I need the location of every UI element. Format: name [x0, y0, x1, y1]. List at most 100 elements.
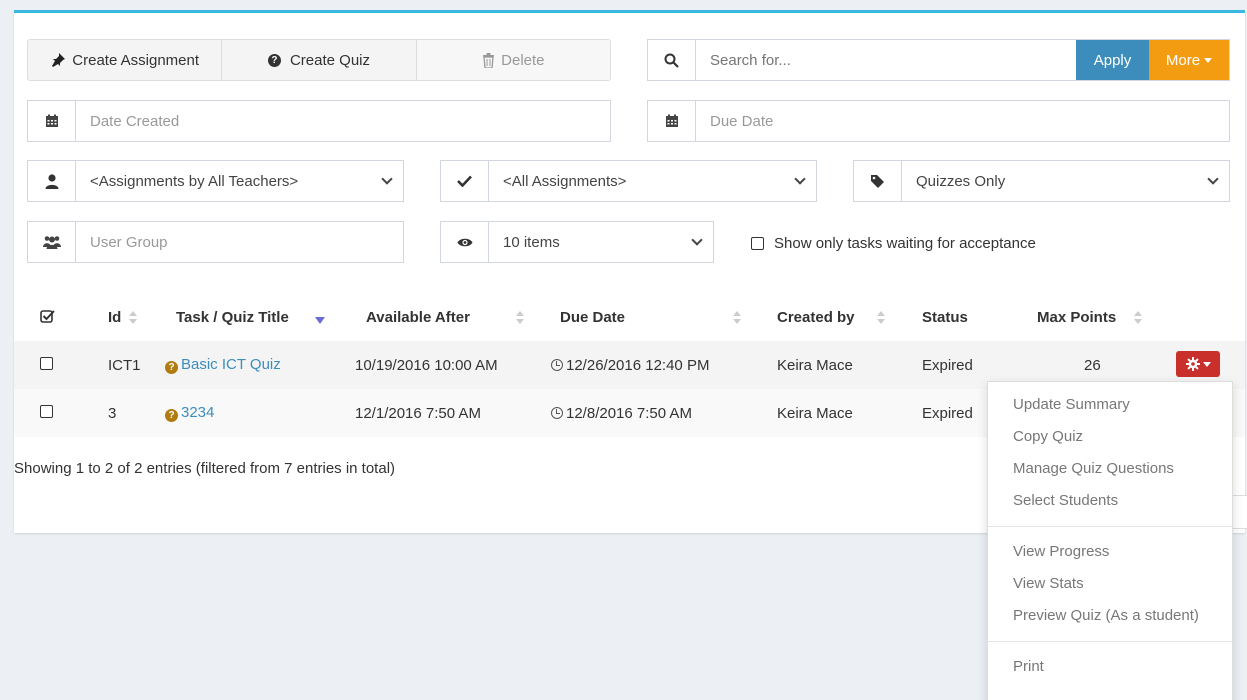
menu-item-print[interactable]: Print [988, 651, 1232, 683]
row-checkbox-cell [14, 341, 84, 389]
row-checkbox-cell [14, 389, 84, 437]
check-icon [457, 175, 472, 187]
sort-icon [733, 311, 742, 325]
user-icon [45, 173, 58, 189]
menu-divider [988, 641, 1232, 642]
user-group-addon [28, 222, 76, 262]
menu-item-select-students[interactable]: Select Students [988, 485, 1232, 517]
create-assignment-label: Create Assignment [72, 51, 200, 69]
user-group-input[interactable]: User Group [76, 222, 403, 262]
pin-icon [52, 53, 66, 67]
due-date-addon [648, 101, 696, 141]
row-id: 3 [84, 389, 154, 437]
chevron-down-icon [794, 173, 806, 185]
calendar-icon [45, 114, 58, 127]
id-column-header[interactable]: Id [84, 295, 154, 342]
teachers-select-value: <Assignments by All Teachers> [90, 172, 299, 190]
gear-icon [1185, 357, 1200, 371]
due-date-column-header[interactable]: Due Date [537, 295, 755, 342]
menu-item-preview-quiz[interactable]: Preview Quiz (As a student) [988, 600, 1232, 632]
assignments-group: <All Assignments> [440, 160, 817, 202]
title-column-header[interactable]: Task / Quiz Title [154, 295, 342, 342]
search-addon [648, 40, 696, 80]
row-title-link[interactable]: 3234 [181, 404, 214, 421]
row-due-date: 12/8/2016 7:50 AM [566, 404, 692, 422]
row-actions-menu: Update Summary Copy Quiz Manage Quiz Que… [987, 381, 1233, 700]
teachers-addon [28, 161, 76, 201]
more-label: More [1165, 51, 1201, 69]
row-created-by: Keira Mace [755, 389, 900, 437]
acceptance-checkbox[interactable] [751, 237, 764, 250]
search-icon [664, 53, 679, 68]
table-header-row: Id Task / Quiz Title Available After Due… [14, 295, 1245, 342]
row-title-link[interactable]: Basic ICT Quiz [181, 356, 281, 373]
assignments-addon [441, 161, 489, 201]
sort-desc-icon [314, 316, 325, 324]
clock-icon [551, 406, 563, 419]
row-checkbox[interactable] [40, 356, 53, 370]
check-square-icon[interactable] [40, 309, 55, 323]
status-column-header[interactable]: Status [900, 295, 1007, 342]
menu-item-update-summary[interactable]: Update Summary [988, 389, 1232, 421]
search-input[interactable] [696, 40, 1076, 80]
tag-icon [871, 174, 884, 188]
page-size-select[interactable]: 10 items [489, 222, 713, 262]
sort-icon [1134, 311, 1143, 325]
teachers-select[interactable]: <Assignments by All Teachers> [76, 161, 403, 201]
users-icon [42, 236, 61, 249]
actions-column-header [1176, 295, 1245, 342]
max-points-column-header[interactable]: Max Points [1007, 295, 1176, 342]
more-button[interactable]: More [1149, 40, 1229, 80]
acceptance-filter: Show only tasks waiting for acceptance [751, 235, 1036, 252]
created-by-column-header[interactable]: Created by [755, 295, 900, 342]
create-assignment-button[interactable]: Create Assignment [28, 40, 223, 80]
row-title-cell: ? Basic ICT Quiz [154, 341, 342, 389]
menu-item-view-stats[interactable]: View Stats [988, 568, 1232, 600]
question-circle-icon: ? [165, 361, 178, 375]
acceptance-label: Show only tasks waiting for acceptance [774, 235, 1036, 252]
page-size-group: 10 items [440, 221, 714, 263]
chevron-down-icon [1207, 173, 1219, 185]
due-date-input[interactable]: Due Date [696, 101, 1229, 141]
quiz-type-group: Quizzes Only [853, 160, 1230, 202]
row-id: ICT1 [84, 341, 154, 389]
row-available-after: 12/1/2016 7:50 AM [342, 389, 537, 437]
action-toolbar: Create Assignment ? Create Quiz Delete [27, 39, 611, 81]
table-summary: Showing 1 to 2 of 2 entries (filtered fr… [14, 460, 396, 477]
due-date-header-label: Due Date [560, 309, 626, 327]
row-checkbox[interactable] [40, 404, 53, 418]
quiz-type-select-value: Quizzes Only [916, 172, 1006, 190]
available-after-column-header[interactable]: Available After [342, 295, 537, 342]
apply-button[interactable]: Apply [1076, 40, 1149, 80]
sort-icon [129, 311, 138, 325]
page-size-select-value: 10 items [503, 233, 560, 251]
create-quiz-button[interactable]: ? Create Quiz [222, 40, 417, 80]
row-title-cell: ? 3234 [154, 389, 342, 437]
date-created-group: Date Created [27, 100, 611, 142]
page-size-addon [441, 222, 489, 262]
menu-item-copy-quiz[interactable]: Copy Quiz [988, 421, 1232, 453]
teachers-group: <Assignments by All Teachers> [27, 160, 404, 202]
assignments-select[interactable]: <All Assignments> [489, 161, 816, 201]
row-actions-button[interactable] [1176, 351, 1220, 377]
caret-down-icon [1204, 57, 1213, 63]
search-group: Apply More [647, 39, 1230, 81]
chevron-down-icon [691, 234, 703, 246]
menu-item-view-progress[interactable]: View Progress [988, 536, 1232, 568]
trash-icon [483, 52, 495, 68]
available-after-header-label: Available After [366, 309, 470, 327]
row-due-date-cell: 12/26/2016 12:40 PM [537, 341, 755, 389]
row-due-date-cell: 12/8/2016 7:50 AM [537, 389, 755, 437]
user-group-group: User Group [27, 221, 404, 263]
title-header-label: Task / Quiz Title [176, 309, 289, 327]
due-date-group: Due Date [647, 100, 1230, 142]
clock-icon [551, 358, 563, 371]
delete-button[interactable]: Delete [416, 40, 610, 80]
select-all-header [14, 295, 84, 342]
id-header-label: Id [108, 309, 122, 327]
date-created-input[interactable]: Date Created [76, 101, 610, 141]
menu-item-manage-questions[interactable]: Manage Quiz Questions [988, 453, 1232, 485]
quiz-type-select[interactable]: Quizzes Only [902, 161, 1229, 201]
create-quiz-label: Create Quiz [289, 51, 371, 69]
date-created-addon [28, 101, 76, 141]
